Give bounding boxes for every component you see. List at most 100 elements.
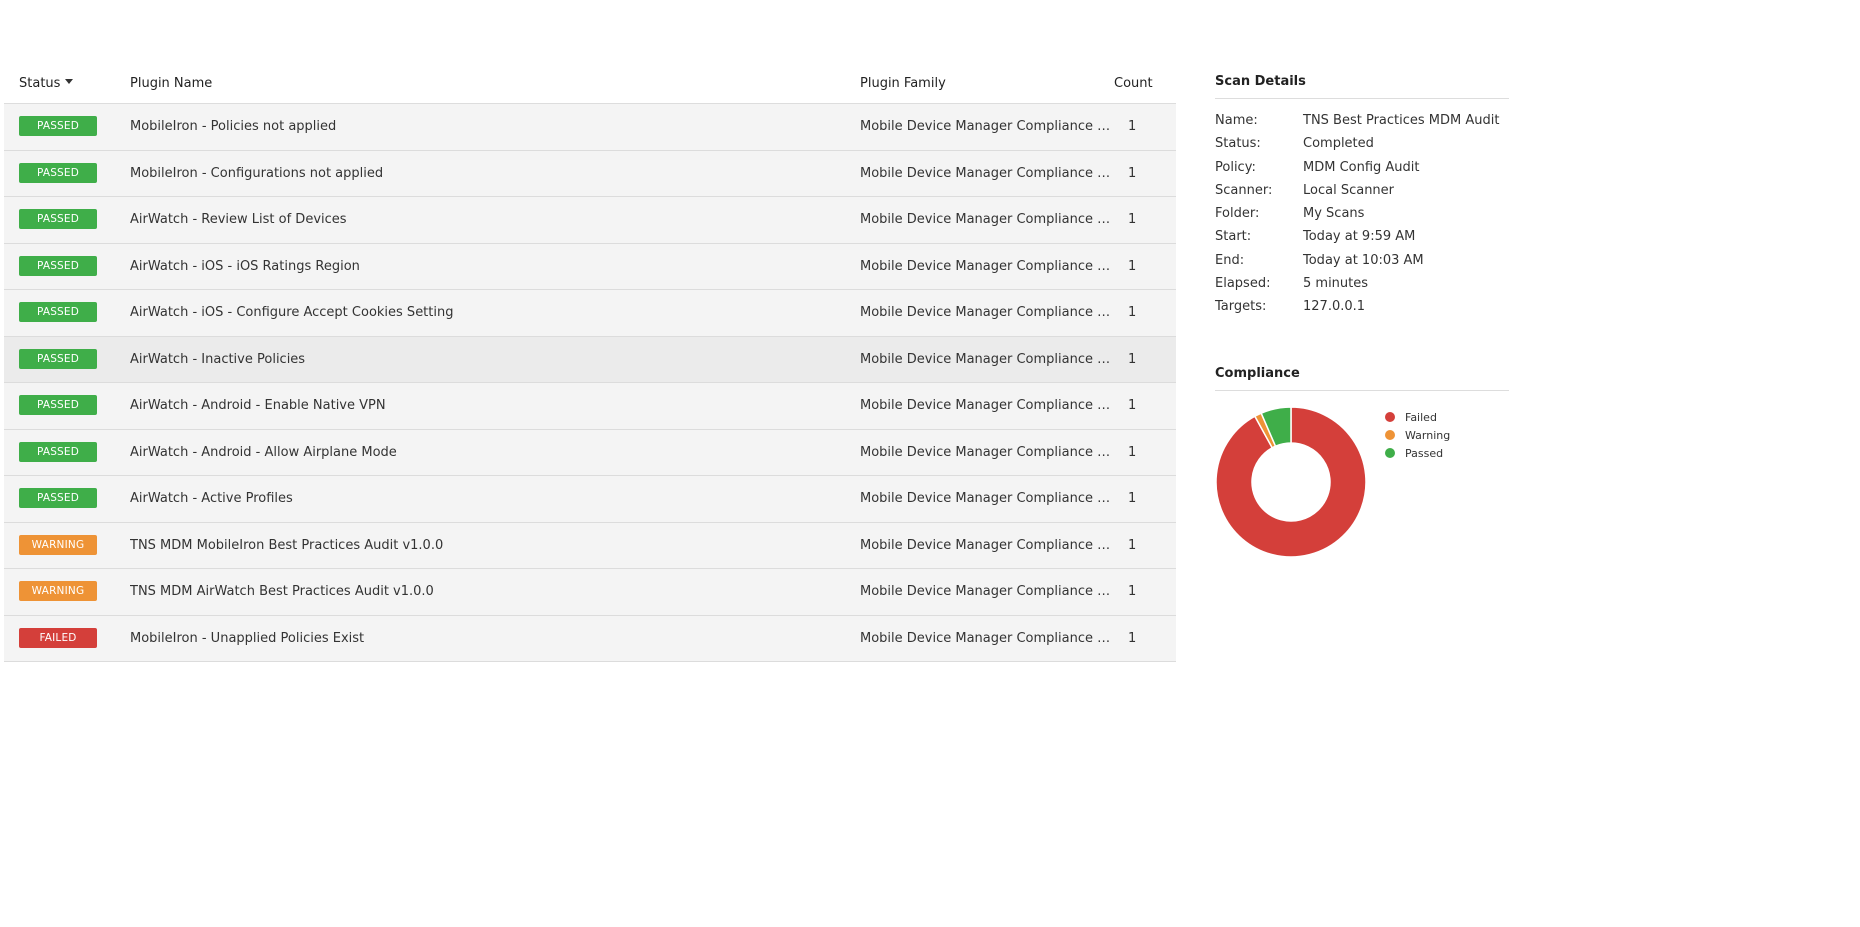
status-badge: PASSED bbox=[19, 116, 97, 136]
legend-dot-failed bbox=[1385, 412, 1395, 422]
detail-label: Status: bbox=[1215, 136, 1261, 152]
plugin-family-column-header[interactable]: Plugin Family bbox=[860, 74, 946, 94]
status-badge: PASSED bbox=[19, 488, 97, 508]
plugin-count: 1 bbox=[1128, 258, 1137, 274]
status-badge: PASSED bbox=[19, 395, 97, 415]
legend-dot-warning bbox=[1385, 430, 1395, 440]
legend-label: Passed bbox=[1405, 446, 1444, 460]
status-header-label: Status bbox=[19, 76, 61, 91]
detail-row-folder: Folder: My Scans bbox=[1215, 202, 1509, 225]
status-column-header[interactable]: Status bbox=[19, 74, 74, 94]
status-badge: WARNING bbox=[19, 581, 97, 601]
sort-desc-icon bbox=[65, 79, 74, 84]
plugin-count: 1 bbox=[1128, 212, 1137, 227]
detail-value: Today at 10:03 AM bbox=[1303, 252, 1424, 268]
plugin-name: AirWatch - iOS - Configure Accept Cookie… bbox=[130, 305, 454, 320]
compliance-panel: Compliance Failed Warning Passed bbox=[1215, 366, 1509, 566]
detail-label: Folder: bbox=[1215, 206, 1260, 222]
plugin-name: TNS MDM AirWatch Best Practices Audit v1… bbox=[130, 584, 434, 599]
table-row[interactable]: WARNING TNS MDM AirWatch Best Practices … bbox=[4, 569, 1176, 616]
plugin-family: Mobile Device Manager Compliance Checks bbox=[860, 351, 1115, 367]
status-badge: PASSED bbox=[19, 441, 97, 462]
table-row[interactable]: PASSED AirWatch - Active Profiles Mobile… bbox=[4, 476, 1176, 523]
table-row[interactable]: PASSED AirWatch - Android - Allow Airpla… bbox=[4, 429, 1176, 476]
detail-label: Policy: bbox=[1215, 159, 1256, 175]
plugin-count: 1 bbox=[1128, 351, 1137, 367]
plugin-name: TNS MDM MobileIron Best Practices Audit … bbox=[130, 537, 444, 553]
results-table: Status Plugin Name Plugin Family Count P… bbox=[4, 64, 1176, 662]
status-badge: PASSED bbox=[19, 162, 97, 183]
status-badge: WARNING bbox=[19, 534, 97, 555]
detail-row-start: Start: Today at 9:59 AM bbox=[1215, 225, 1509, 248]
plugin-name: AirWatch - Active Profiles bbox=[130, 491, 293, 506]
plugin-count: 1 bbox=[1128, 165, 1137, 181]
plugin-count: 1 bbox=[1128, 119, 1137, 134]
plugin-family: Mobile Device Manager Compliance Checks bbox=[860, 398, 1115, 413]
plugin-name: AirWatch - Android - Enable Native VPN bbox=[130, 398, 386, 413]
table-row[interactable]: PASSED AirWatch - Inactive Policies Mobi… bbox=[4, 336, 1176, 383]
plugin-family: Mobile Device Manager Compliance Checks bbox=[860, 119, 1115, 134]
plugin-name: AirWatch - Review List of Devices bbox=[130, 212, 347, 227]
table-row[interactable]: PASSED MobileIron - Policies not applied… bbox=[4, 104, 1176, 151]
detail-label: Start: bbox=[1215, 229, 1252, 245]
detail-row-elapsed: Elapsed: 5 minutes bbox=[1215, 272, 1509, 295]
plugin-name: MobileIron - Policies not applied bbox=[130, 119, 337, 134]
detail-row-end: End: Today at 10:03 AM bbox=[1215, 249, 1509, 272]
detail-value: MDM Config Audit bbox=[1303, 159, 1420, 175]
plugin-name: MobileIron - Configurations not applied bbox=[130, 165, 384, 181]
legend-item-failed[interactable]: Failed bbox=[1385, 408, 1450, 426]
table-row[interactable]: WARNING TNS MDM MobileIron Best Practice… bbox=[4, 522, 1176, 569]
status-badge: PASSED bbox=[19, 209, 97, 229]
detail-row-targets: Targets: 127.0.0.1 bbox=[1215, 295, 1509, 318]
scan-details-panel: Scan Details Name: TNS Best Practices MD… bbox=[1215, 74, 1509, 319]
compliance-chart: Failed Warning Passed bbox=[1215, 406, 1509, 566]
plugin-count: 1 bbox=[1128, 537, 1137, 553]
plugin-count: 1 bbox=[1128, 305, 1137, 320]
legend-item-passed[interactable]: Passed bbox=[1385, 444, 1450, 462]
count-column-header[interactable]: Count bbox=[1114, 74, 1153, 94]
status-badge: PASSED bbox=[19, 255, 97, 276]
plugin-name-column-header[interactable]: Plugin Name bbox=[130, 74, 212, 94]
plugin-name: MobileIron - Unapplied Policies Exist bbox=[130, 630, 365, 646]
detail-label: Targets: bbox=[1215, 299, 1267, 315]
status-badge: PASSED bbox=[19, 348, 97, 369]
table-header: Status Plugin Name Plugin Family Count bbox=[4, 64, 1176, 104]
detail-row-scanner: Scanner: Local Scanner bbox=[1215, 179, 1509, 202]
detail-label: Scanner: bbox=[1215, 182, 1273, 198]
table-row[interactable]: PASSED AirWatch - Android - Enable Nativ… bbox=[4, 383, 1176, 430]
table-row[interactable]: PASSED AirWatch - iOS - iOS Ratings Regi… bbox=[4, 243, 1176, 290]
plugin-family: Mobile Device Manager Compliance Checks bbox=[860, 491, 1115, 506]
plugin-count: 1 bbox=[1128, 444, 1137, 460]
plugin-family: Mobile Device Manager Compliance Checks bbox=[860, 630, 1115, 646]
detail-value: 5 minutes bbox=[1303, 276, 1369, 292]
plugin-family: Mobile Device Manager Compliance Checks bbox=[860, 212, 1115, 227]
plugin-family: Mobile Device Manager Compliance Checks bbox=[860, 165, 1115, 181]
plugin-count: 1 bbox=[1128, 584, 1137, 599]
scan-details-title: Scan Details bbox=[1215, 74, 1509, 99]
detail-row-policy: Policy: MDM Config Audit bbox=[1215, 156, 1509, 179]
plugin-name: AirWatch - Android - Allow Airplane Mode bbox=[130, 444, 397, 460]
detail-label: Elapsed: bbox=[1215, 276, 1271, 292]
status-badge: FAILED bbox=[19, 627, 97, 648]
table-row[interactable]: PASSED MobileIron - Configurations not a… bbox=[4, 150, 1176, 197]
detail-value: TNS Best Practices MDM Audit bbox=[1303, 113, 1500, 128]
plugin-count: 1 bbox=[1128, 398, 1137, 413]
detail-value: 127.0.0.1 bbox=[1303, 299, 1366, 315]
plugin-name: AirWatch - Inactive Policies bbox=[130, 351, 306, 367]
scan-details-list: Name: TNS Best Practices MDM Audit Statu… bbox=[1215, 109, 1509, 319]
detail-row-name: Name: TNS Best Practices MDM Audit bbox=[1215, 109, 1509, 132]
compliance-legend: Failed Warning Passed bbox=[1385, 408, 1450, 462]
legend-dot-passed bbox=[1385, 448, 1395, 458]
detail-label: End: bbox=[1215, 252, 1245, 268]
plugin-family: Mobile Device Manager Compliance Checks bbox=[860, 305, 1115, 320]
plugin-count: 1 bbox=[1128, 491, 1137, 506]
table-row[interactable]: PASSED AirWatch - iOS - Configure Accept… bbox=[4, 290, 1176, 337]
plugin-name: AirWatch - iOS - iOS Ratings Region bbox=[130, 258, 360, 274]
plugin-family: Mobile Device Manager Compliance Checks bbox=[860, 444, 1115, 460]
table-row[interactable]: FAILED MobileIron - Unapplied Policies E… bbox=[4, 615, 1176, 662]
legend-item-warning[interactable]: Warning bbox=[1385, 426, 1450, 444]
detail-label: Name: bbox=[1215, 113, 1258, 128]
plugin-family: Mobile Device Manager Compliance Checks bbox=[860, 258, 1115, 274]
table-row[interactable]: PASSED AirWatch - Review List of Devices… bbox=[4, 197, 1176, 244]
legend-label: Failed bbox=[1405, 410, 1437, 424]
